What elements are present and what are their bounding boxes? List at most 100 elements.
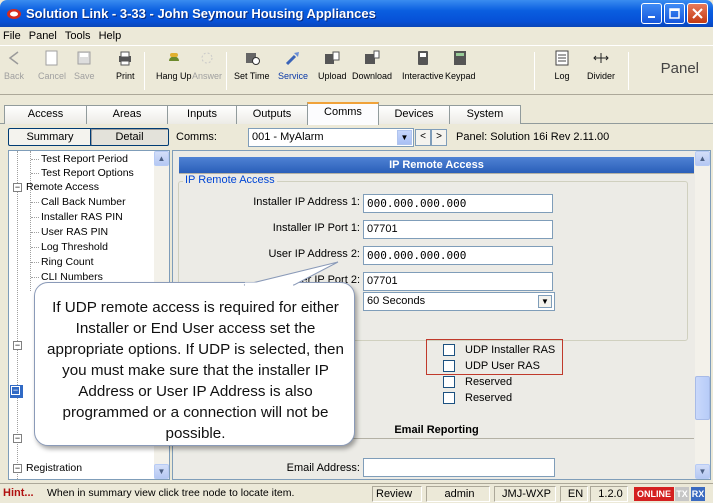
- reserved-checkbox-1[interactable]: Reserved: [443, 376, 512, 388]
- interactive-button[interactable]: Interactive: [402, 49, 444, 81]
- upload-button[interactable]: Upload: [318, 49, 347, 81]
- installer-port-input[interactable]: 07701: [363, 220, 553, 239]
- minimize-icon: [647, 15, 655, 18]
- next-record-button[interactable]: >: [431, 129, 447, 146]
- user-port-input[interactable]: 07701: [363, 272, 553, 291]
- upload-label: Upload: [318, 71, 347, 81]
- menu-file[interactable]: File: [3, 30, 21, 42]
- hint-text: When in summary view click tree node to …: [47, 487, 295, 499]
- download-button[interactable]: Download: [352, 49, 392, 81]
- scroll-down-icon[interactable]: ▼: [695, 464, 710, 479]
- minimize-button[interactable]: [641, 3, 662, 24]
- chevron-down-icon[interactable]: ▼: [397, 130, 412, 145]
- user-ip-input[interactable]: 000.000.000.000: [363, 246, 553, 265]
- tab-inputs[interactable]: Inputs: [167, 105, 237, 124]
- tab-comms[interactable]: Comms: [307, 102, 379, 125]
- menu-help[interactable]: Help: [99, 30, 122, 42]
- collapsed-node-toggle-icon-2[interactable]: −: [13, 434, 22, 443]
- answer-label: Answer: [192, 71, 223, 81]
- panel-info: Panel: Solution 16i Rev 2.11.00: [456, 131, 610, 143]
- close-button[interactable]: [687, 3, 708, 24]
- tree-item-call-back-number[interactable]: Call Back Number: [41, 196, 126, 208]
- rx-indicator: RX: [691, 487, 705, 501]
- title-bar[interactable]: Solution Link - 3-33 - John Seymour Hous…: [0, 0, 713, 27]
- ip-remote-access-group-label: IP Remote Access: [183, 174, 277, 186]
- email-address-input[interactable]: [363, 458, 555, 477]
- print-label: Print: [116, 71, 135, 81]
- set-time-button[interactable]: Set Time: [234, 49, 270, 81]
- log-label: Log: [554, 71, 570, 81]
- upload-icon: [323, 49, 341, 67]
- installer-port-label: Installer IP Port 1:: [272, 222, 360, 234]
- back-label: Back: [4, 71, 25, 81]
- status-bar: Hint... When in summary view click tree …: [0, 483, 713, 503]
- udp-user-ras-checkbox[interactable]: UDP User RAS: [443, 360, 540, 372]
- summary-button[interactable]: Summary: [8, 128, 92, 146]
- menu-tools[interactable]: Tools: [65, 30, 91, 42]
- tx-indicator: TX: [675, 487, 689, 501]
- tree-item-test-report-period[interactable]: Test Report Period: [41, 153, 128, 165]
- scroll-up-icon[interactable]: ▲: [695, 151, 710, 166]
- log-button[interactable]: Log: [553, 49, 571, 81]
- tree-item-user-ras-pin[interactable]: User RAS PIN: [41, 226, 108, 238]
- timeout-select[interactable]: 60 Seconds ▼: [363, 292, 555, 311]
- installer-ip-label: Installer IP Address 1:: [253, 196, 360, 208]
- email-address-label: Email Address:: [286, 462, 360, 474]
- tab-outputs[interactable]: Outputs: [236, 105, 308, 124]
- cancel-button[interactable]: Cancel: [38, 49, 66, 81]
- user-status: admin: [426, 486, 490, 502]
- tree-item-remote-access[interactable]: Remote Access: [26, 181, 99, 193]
- keypad-label: Keypad: [445, 71, 476, 81]
- chevron-down-icon[interactable]: ▼: [538, 295, 552, 308]
- ip-remote-access-header: IP Remote Access: [179, 157, 694, 174]
- previous-record-button[interactable]: <: [415, 129, 431, 146]
- reserved-label-1: Reserved: [465, 376, 513, 388]
- installer-ip-input[interactable]: 000.000.000.000: [363, 194, 553, 213]
- tab-system[interactable]: System: [449, 105, 521, 124]
- tree-item-test-report-options[interactable]: Test Report Options: [41, 167, 134, 179]
- tree-item-installer-ras-pin[interactable]: Installer RAS PIN: [41, 211, 123, 223]
- hang-up-label: Hang Up: [156, 71, 192, 81]
- udp-user-ras-label: UDP User RAS: [465, 360, 540, 372]
- tree-item-registration[interactable]: Registration: [26, 462, 82, 474]
- divider-button[interactable]: Divider: [587, 49, 615, 81]
- service-button[interactable]: Service: [278, 49, 308, 81]
- tab-areas[interactable]: Areas: [86, 105, 168, 124]
- answer-button[interactable]: Answer: [192, 49, 222, 81]
- callout-text: If UDP remote access is required for eit…: [47, 299, 344, 442]
- divider-icon: [592, 49, 610, 67]
- download-label: Download: [352, 71, 393, 81]
- tab-access[interactable]: Access: [4, 105, 87, 124]
- tab-strip: Access Areas Inputs Outputs Comms Device…: [0, 102, 713, 125]
- back-button[interactable]: Back: [4, 49, 24, 81]
- tree-item-ring-count[interactable]: Ring Count: [41, 256, 94, 268]
- record-navigation-bar: Summary Detail Comms: 001 - MyAlarm ▼ < …: [0, 128, 713, 148]
- collapse-remote-access-icon[interactable]: −: [13, 183, 22, 192]
- comms-select[interactable]: 001 - MyAlarm ▼: [248, 128, 414, 147]
- tree-item-log-threshold[interactable]: Log Threshold: [41, 241, 108, 253]
- timeout-select-value: 60 Seconds: [367, 295, 426, 307]
- menu-panel[interactable]: Panel: [29, 30, 57, 42]
- tab-devices[interactable]: Devices: [378, 105, 450, 124]
- keypad-button[interactable]: Keypad: [445, 49, 476, 81]
- callout-pointer: [243, 261, 339, 286]
- scroll-thumb[interactable]: [695, 376, 710, 420]
- print-button[interactable]: Print: [116, 49, 135, 81]
- version-status: 1.2.0: [590, 486, 628, 502]
- maximize-button[interactable]: [664, 3, 685, 24]
- service-tool-icon: [284, 49, 302, 67]
- answer-phone-icon: [198, 49, 216, 67]
- save-button[interactable]: Save: [74, 49, 95, 81]
- scroll-down-icon[interactable]: ▼: [154, 464, 169, 479]
- hang-up-button[interactable]: Hang Up: [156, 49, 192, 81]
- udp-installer-ras-label: UDP Installer RAS: [465, 344, 556, 356]
- collapse-registration-icon[interactable]: −: [13, 464, 22, 473]
- selected-node-marker[interactable]: −: [10, 385, 23, 398]
- collapsed-node-toggle-icon[interactable]: −: [13, 341, 22, 350]
- reserved-checkbox-2[interactable]: Reserved: [443, 392, 512, 404]
- detail-scrollbar[interactable]: ▲ ▼: [695, 151, 710, 479]
- detail-button[interactable]: Detail: [90, 128, 169, 146]
- window-title: Solution Link - 3-33 - John Seymour Hous…: [26, 6, 376, 21]
- udp-installer-ras-checkbox[interactable]: UDP Installer RAS: [443, 344, 555, 356]
- scroll-up-icon[interactable]: ▲: [154, 151, 169, 166]
